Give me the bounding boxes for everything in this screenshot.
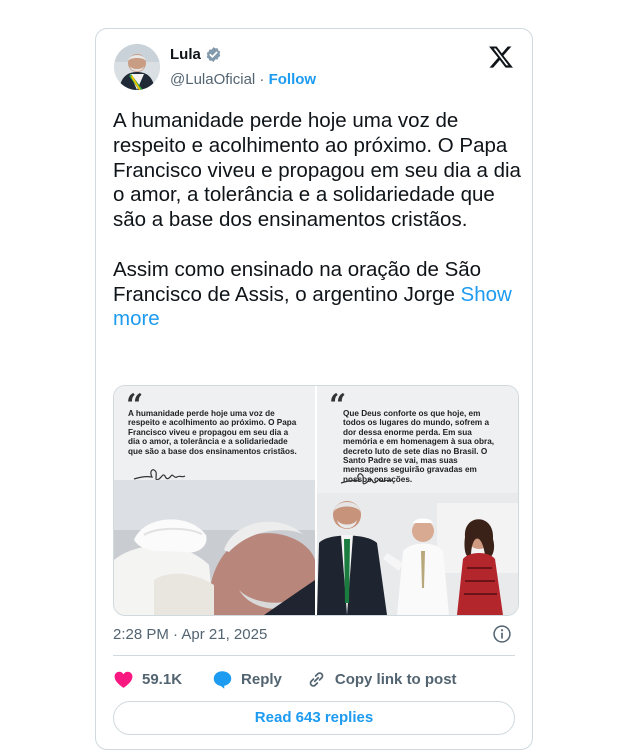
divider [113,655,515,656]
timestamp-row[interactable]: 2:28 PM · Apr 21, 2025 [113,626,267,643]
link-icon [309,672,324,687]
handle-row: @LulaOficial · Follow [170,71,316,88]
action-bar: 59.1K Reply Copy link to post [113,669,457,690]
post-time: 2:28 PM [113,626,169,643]
author-handle[interactable]: @LulaOficial [170,71,255,88]
author-name-row: Lula [170,46,222,63]
meeting-photo [317,493,518,615]
like-count: 59.1K [142,671,183,688]
embrace-photo [114,480,315,615]
media-image-left[interactable]: “ A humanidade perde hoje uma voz de res… [114,386,315,615]
copy-link-button[interactable]: Copy link to post [306,669,457,690]
info-icon[interactable] [492,624,512,644]
media-left-quote: A humanidade perde hoje uma voz de respe… [128,409,297,456]
media-image-right[interactable]: “ Que Deus conforte os que hoje, em todo… [317,386,518,615]
tweet-text: A humanidade perde hoje uma voz de respe… [113,109,521,332]
read-replies-button[interactable]: Read 643 replies [113,701,515,735]
avatar-image [114,44,160,90]
tweet-card: Lula @LulaOficial · Follow A humanidade … [95,28,533,750]
copy-link-label: Copy link to post [334,671,457,688]
signature-icon [340,473,393,485]
follow-button[interactable]: Follow [269,71,317,88]
handle-separator: · [255,71,269,88]
tweet-body: A humanidade perde hoje uma voz de respe… [113,109,521,306]
reply-button[interactable]: Reply [212,669,282,690]
verified-badge-icon [205,46,222,63]
post-date: Apr 21, 2025 [181,626,268,643]
heart-icon [114,671,133,688]
author-name[interactable]: Lula [170,46,201,63]
x-logo-icon[interactable] [488,44,514,70]
time-separator: · [168,626,182,643]
reply-bubble-icon [213,671,232,689]
avatar[interactable] [114,44,160,90]
media-grid: “ A humanidade perde hoje uma voz de res… [113,385,519,616]
like-button[interactable]: 59.1K [113,669,182,690]
reply-label: Reply [241,671,282,688]
